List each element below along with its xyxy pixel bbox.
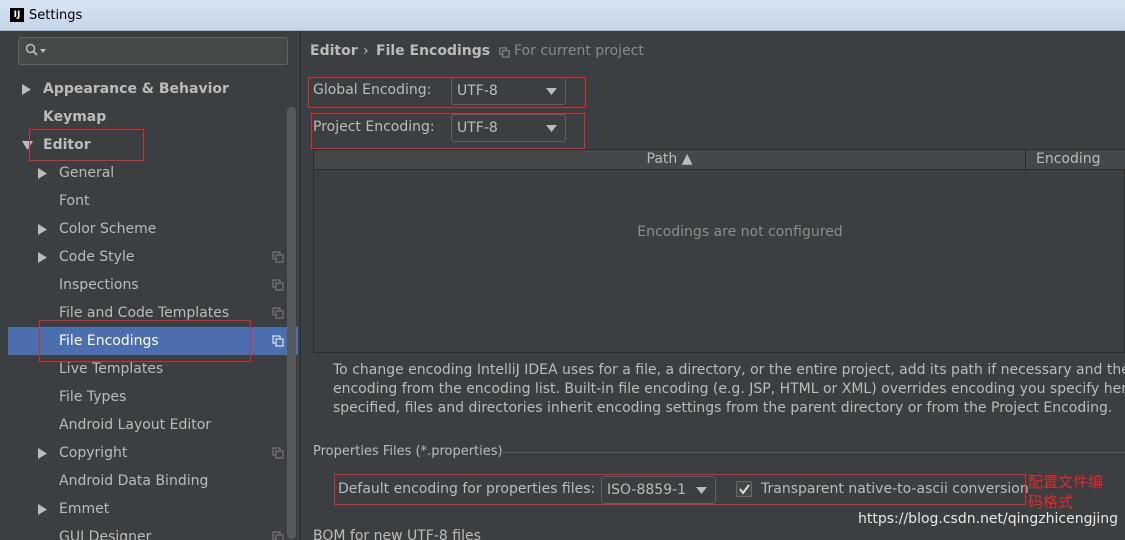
sidebar-item-label: File Types [59,389,127,405]
sidebar-item-emmet[interactable]: Emmet [8,495,298,523]
breadcrumb-parent[interactable]: Editor [310,43,358,59]
sidebar-item-file-types[interactable]: File Types [8,383,298,411]
search-dropdown-icon[interactable] [40,49,46,53]
sidebar-item-keymap[interactable]: Keymap [8,103,298,131]
global-encoding-value: UTF-8 [457,83,498,99]
native-to-ascii-label[interactable]: Transparent native-to-ascii conversion [761,479,1029,499]
settings-sidebar: Appearance & Behavior Keymap Editor Gene… [0,31,300,540]
global-encoding-label: Global Encoding: [313,82,432,98]
project-scope-icon [272,335,284,347]
section-divider [497,452,1125,453]
search-icon [25,43,38,56]
sidebar-scrollbar[interactable] [287,107,296,539]
sidebar-item-copyright[interactable]: Copyright [8,439,298,467]
breadcrumb-current: File Encodings [376,43,491,59]
project-scope-icon [499,47,510,58]
sidebar-item-label: Android Layout Editor [59,417,212,433]
sidebar-item-font[interactable]: Font [8,187,298,215]
intellij-app-icon: IJ [10,8,24,22]
sidebar-item-label: Font [59,193,90,209]
info-line: specified, files and directories inherit… [333,400,1113,416]
breadcrumb-scope: For current project [514,43,644,59]
sidebar-item-label: File Encodings [59,333,159,349]
column-separator[interactable] [1025,150,1026,170]
sidebar-item-label: File and Code Templates [59,305,230,321]
sidebar-item-label: Color Scheme [59,221,157,237]
sidebar-item-color-scheme[interactable]: Color Scheme [8,215,298,243]
project-encoding-label: Project Encoding: [313,119,435,135]
chevron-down-icon [546,88,557,95]
sidebar-item-appearance-behavior[interactable]: Appearance & Behavior [8,75,298,103]
project-scope-icon [272,307,284,319]
search-input[interactable] [18,37,288,65]
window-titlebar: IJ Settings [0,0,1125,31]
window-title: Settings [29,8,83,23]
project-encoding-select[interactable]: UTF-8 [451,114,566,142]
watermark-url: https://blog.csdn.net/qingzhicengjing [858,511,1119,527]
project-encoding-value: UTF-8 [457,120,498,136]
column-header-path[interactable]: Path ▲ [314,150,1025,170]
info-line: To change encoding IntelliJ IDEA uses fo… [333,362,1125,378]
info-line: encoding from the encoding list. Built-i… [333,381,1125,397]
sidebar-item-android-layout-editor[interactable]: Android Layout Editor [8,411,298,439]
column-header-encoding[interactable]: Encoding [1036,150,1101,170]
encoding-info-text: To change encoding IntelliJ IDEA uses fo… [333,361,1125,418]
properties-encoding-select[interactable]: ISO-8859-1 [601,476,716,504]
project-scope-icon [272,279,284,291]
breadcrumb-separator: › [363,43,369,59]
sidebar-item-label: Appearance & Behavior [43,81,229,97]
sidebar-item-code-style[interactable]: Code Style [8,243,298,271]
native-to-ascii-checkbox[interactable] [736,481,752,497]
sidebar-item-label: GUI Designer [59,529,152,540]
sidebar-item-label: Inspections [59,277,139,293]
sidebar-item-label: Android Data Binding [59,473,209,489]
project-scope-icon [272,531,284,540]
properties-encoding-value: ISO-8859-1 [607,482,687,498]
chevron-down-icon [696,487,707,494]
sidebar-item-label: Keymap [43,109,107,125]
encodings-table[interactable]: Path ▲ Encoding Encodings are not config… [313,149,1125,353]
properties-section-title: Properties Files (*.properties) [313,444,503,459]
sidebar-item-label: Copyright [59,445,128,461]
table-header: Path ▲ Encoding [314,150,1125,170]
sidebar-item-live-templates[interactable]: Live Templates [8,355,298,383]
annotation-text-line1: 配置文件编 [1028,473,1104,491]
sidebar-item-label: Editor [43,137,91,153]
sidebar-item-gui-designer[interactable]: GUI Designer [8,523,298,540]
sidebar-item-android-data-binding[interactable]: Android Data Binding [8,467,298,495]
annotation-text-line2: 码格式 [1028,493,1074,511]
sidebar-item-label: Live Templates [59,361,164,377]
sidebar-item-inspections[interactable]: Inspections [8,271,298,299]
sidebar-item-label: General [59,165,115,181]
table-empty-text: Encodings are not configured [637,224,843,240]
sidebar-item-file-code-templates[interactable]: File and Code Templates [8,299,298,327]
project-scope-icon [272,251,284,263]
sidebar-item-label: Code Style [59,249,135,265]
file-encodings-panel: Editor › File Encodings For current proj… [301,31,1125,540]
chevron-down-icon [546,125,557,132]
default-properties-encoding-label: Default encoding for properties files: [338,481,596,497]
sidebar-item-editor[interactable]: Editor [8,131,298,159]
sidebar-item-label: Emmet [59,501,110,517]
checkmark-icon [739,484,750,495]
sidebar-item-file-encodings[interactable]: File Encodings [8,327,298,355]
sidebar-item-general[interactable]: General [8,159,298,187]
project-scope-icon [272,447,284,459]
bom-label: BOM for new UTF-8 files [313,528,481,540]
global-encoding-select[interactable]: UTF-8 [451,77,566,105]
